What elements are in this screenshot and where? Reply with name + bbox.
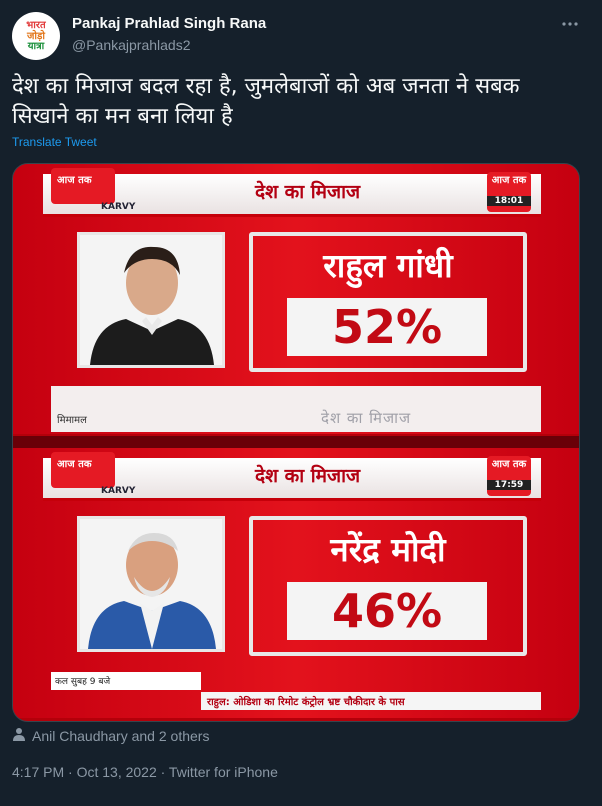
person-photo [77, 516, 225, 652]
tweet-text-line-1: देश का मिजाज बदल रहा है, जुमलेबाजों को अ… [12, 74, 520, 99]
panel-header: आज तक देश का मिजाज KARVY आज तक 18:01 [43, 168, 541, 217]
candidate-name: राहुल गांधी [323, 246, 453, 285]
candidate-percent: 52% [287, 298, 487, 356]
result-card: राहुल गांधी 52% [249, 232, 527, 372]
person-photo [77, 232, 225, 368]
channel-logo-right: आज तक 17:59 [487, 456, 531, 496]
media-panel-2: आज तक देश का मिजाज KARVY आज तक 17:59 नरे… [13, 448, 579, 718]
tweet-media-image[interactable]: आज तक देश का मिजाज KARVY आज तक 18:01 राह… [12, 163, 580, 722]
channel-logo-right: आज तक 18:01 [487, 172, 531, 212]
tweet-text-line-2: सिखाने का मन बना लिया है [12, 104, 233, 129]
author-handle[interactable]: @Pankajprahlads2 [72, 37, 191, 53]
sponsor-label: KARVY [101, 486, 136, 496]
person-icon [12, 727, 26, 744]
candidate-name: नरेंद्र मोदी [330, 530, 446, 569]
channel-logo: आज तक [51, 168, 115, 204]
result-card: नरेंद्र मोदी 46% [249, 516, 527, 656]
ticker-right-text: देश का मिजाज [321, 409, 412, 427]
candidate-percent: 46% [287, 582, 487, 640]
panel-header-title: देश का मिजाज [255, 181, 361, 203]
tweet-text: देश का मिजाज बदल रहा है, जुमलेबाजों को अ… [12, 72, 587, 132]
ticker-bar: कल सुबह 9 बजे राहुल: ओडिशा का रिमोट कंट्… [51, 672, 541, 710]
media-panel-1: आज तक देश का मिजाज KARVY आज तक 18:01 राह… [13, 164, 579, 434]
panel-header: आज तक देश का मिजाज KARVY आज तक 17:59 [43, 452, 541, 501]
channel-time: 18:01 [487, 196, 531, 206]
ticker-tag: कल सुबह 9 बजे [51, 672, 201, 690]
translate-tweet-link[interactable]: Translate Tweet [12, 135, 97, 149]
channel-time: 17:59 [487, 480, 531, 490]
channel-logo: आज तक [51, 452, 115, 488]
avatar-text-1: भारत [26, 19, 46, 31]
liked-by-text[interactable]: Anil Chaudhary and 2 others [32, 728, 209, 744]
ticker-bar: मिमामल देश का मिजाज [51, 386, 541, 432]
author-avatar[interactable]: भारत जोड़ो यात्रा [12, 12, 60, 60]
avatar-text-3: यात्रा [27, 40, 45, 52]
avatar-text-2: जोड़ो [27, 30, 45, 42]
more-options-icon[interactable] [560, 14, 580, 34]
panel-divider [13, 436, 579, 448]
author-name[interactable]: Pankaj Prahlad Singh Rana [72, 15, 266, 32]
ticker-left-text: मिमामल [57, 415, 87, 426]
panel-header-title: देश का मिजाज [255, 465, 361, 487]
tweet-timestamp[interactable]: 4:17 PM · Oct 13, 2022 · Twitter for iPh… [12, 764, 278, 780]
ticker-headline: राहुल: ओडिशा का रिमोट कंट्रोल भ्रष्ट चौक… [201, 692, 541, 710]
sponsor-label: KARVY [101, 202, 136, 212]
liked-by[interactable]: Anil Chaudhary and 2 others [12, 727, 209, 744]
